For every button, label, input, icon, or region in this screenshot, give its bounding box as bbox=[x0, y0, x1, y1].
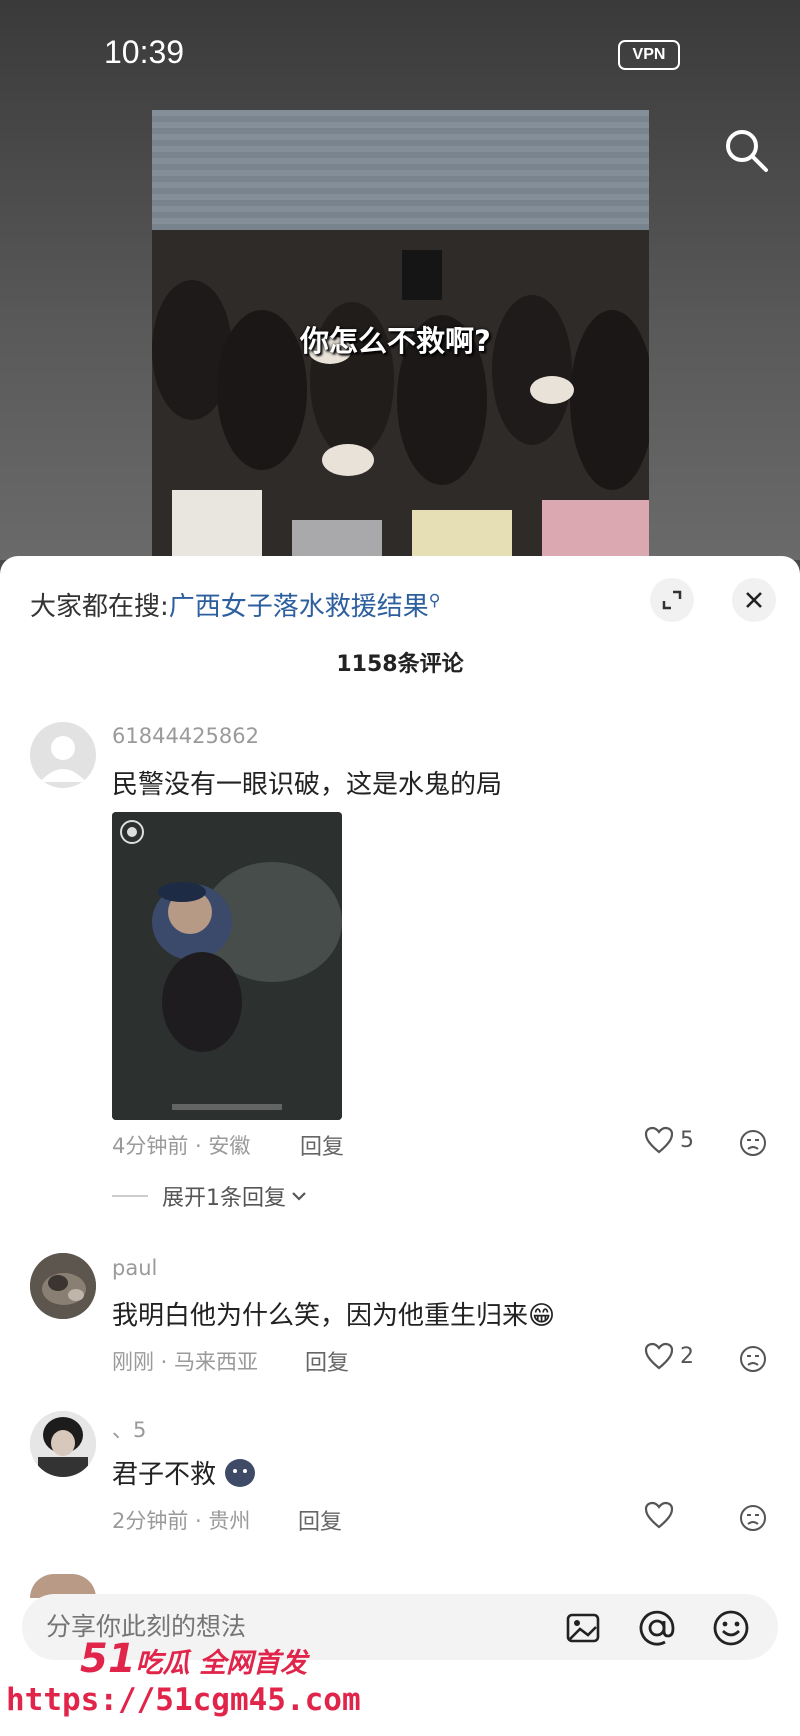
watermark-tagline: 吃瓜 全网首发 bbox=[135, 1648, 308, 1679]
blob-emoji-icon bbox=[225, 1459, 256, 1487]
heart-icon bbox=[644, 1501, 674, 1529]
close-icon bbox=[746, 592, 762, 608]
dislike-face-icon bbox=[740, 1346, 766, 1372]
reply-button[interactable]: 回复 bbox=[300, 1129, 344, 1161]
trending-search-hint[interactable]: 大家都在搜:广西女子落水救援结果⚲ bbox=[30, 586, 441, 623]
chevron-down-icon bbox=[292, 1192, 306, 1201]
like-button[interactable]: 5 bbox=[644, 1126, 694, 1154]
comment-image-content bbox=[112, 812, 342, 1120]
reply-button[interactable]: 回复 bbox=[298, 1504, 342, 1536]
dislike-button[interactable] bbox=[738, 1344, 768, 1374]
comment-username[interactable]: 、5 bbox=[112, 1414, 146, 1444]
mention-button[interactable] bbox=[638, 1609, 676, 1647]
dislike-button[interactable] bbox=[738, 1503, 768, 1533]
fullscreen-button[interactable] bbox=[650, 578, 694, 622]
like-button[interactable] bbox=[644, 1501, 680, 1529]
watermark-number: 51 bbox=[80, 1636, 136, 1682]
watermark-url: https://51cgm45.com bbox=[6, 1682, 361, 1718]
dislike-face-icon bbox=[740, 1505, 766, 1531]
emoji-icon bbox=[713, 1610, 749, 1646]
expand-replies-label: 展开1条回复 bbox=[162, 1186, 286, 1211]
vpn-badge: VPN bbox=[618, 40, 680, 70]
search-icon bbox=[726, 130, 768, 172]
avatar[interactable] bbox=[30, 722, 96, 788]
image-button[interactable] bbox=[564, 1609, 602, 1647]
small-search-icon: ⚲ bbox=[428, 590, 441, 610]
heart-icon bbox=[644, 1342, 674, 1370]
reply-button[interactable]: 回复 bbox=[305, 1345, 349, 1377]
comment-username[interactable]: 61844425862 bbox=[112, 724, 259, 748]
grin-emoji: 😁 bbox=[528, 1301, 556, 1331]
dislike-button[interactable] bbox=[738, 1128, 768, 1158]
comment-meta: 2分钟前 · 贵州 bbox=[112, 1509, 251, 1533]
watermark-brand: 51吃瓜 全网首发 bbox=[80, 1636, 307, 1682]
trending-search-prefix: 大家都在搜: bbox=[30, 592, 169, 622]
like-count: 2 bbox=[680, 1343, 694, 1369]
like-count: 5 bbox=[680, 1127, 694, 1153]
heart-icon bbox=[644, 1126, 674, 1154]
emoji-button[interactable] bbox=[712, 1609, 750, 1647]
comment-text: 我明白他为什么笑，因为他重生归来😁 bbox=[112, 1295, 555, 1332]
expand-replies-button[interactable]: 展开1条回复 bbox=[112, 1180, 308, 1212]
comment-image[interactable] bbox=[112, 812, 342, 1120]
close-button[interactable] bbox=[732, 578, 776, 622]
comment-text-body: 我明白他为什么笑，因为他重生归来 bbox=[112, 1301, 529, 1331]
avatar-photo bbox=[30, 1411, 96, 1477]
expand-icon bbox=[662, 590, 682, 610]
avatar[interactable] bbox=[30, 1253, 96, 1319]
search-button[interactable] bbox=[722, 126, 772, 176]
dislike-face-icon bbox=[740, 1130, 766, 1156]
comment-username[interactable]: paul bbox=[112, 1256, 157, 1280]
comment-meta: 4分钟前 · 安徽 bbox=[112, 1134, 251, 1158]
avatar-photo bbox=[30, 1253, 96, 1319]
trending-search-link[interactable]: 广西女子落水救援结果 bbox=[169, 592, 429, 622]
avatar[interactable] bbox=[30, 1411, 96, 1477]
comments-sheet: 大家都在搜:广西女子落水救援结果⚲ 1158条评论 61844425862 民警… bbox=[0, 556, 800, 1736]
comment-text: 民警没有一眼识破，这是水鬼的局 bbox=[112, 770, 503, 800]
comment-meta: 刚刚 · 马来西亚 bbox=[112, 1350, 259, 1374]
comment-text-body: 君子不救 bbox=[112, 1460, 217, 1490]
video-caption: 你怎么不救啊? bbox=[300, 324, 491, 358]
comment-text: 君子不救 bbox=[112, 1454, 256, 1491]
status-time: 10:39 bbox=[104, 34, 185, 70]
like-button[interactable]: 2 bbox=[644, 1342, 694, 1370]
comment-count-title: 1158条评论 bbox=[336, 652, 464, 677]
default-avatar-icon bbox=[40, 736, 86, 782]
at-icon bbox=[639, 1610, 675, 1646]
video-crowd-image bbox=[152, 230, 649, 560]
video-player[interactable]: 你怎么不救啊? bbox=[152, 110, 649, 560]
image-icon bbox=[566, 1613, 600, 1643]
expand-divider bbox=[112, 1195, 148, 1197]
